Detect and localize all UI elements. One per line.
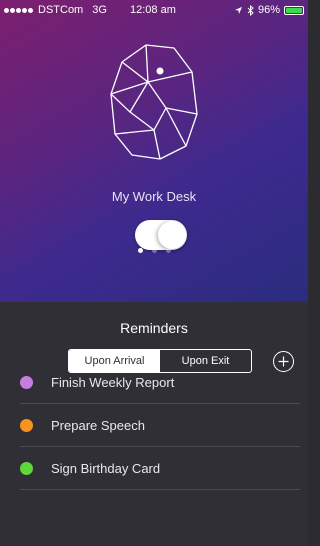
page-indicator[interactable] xyxy=(0,248,308,253)
page-dot xyxy=(137,248,143,253)
carrier-group: DSTCom 3G xyxy=(4,4,107,16)
bluetooth-icon xyxy=(247,4,254,16)
beacon-toggle[interactable] xyxy=(135,220,187,250)
beacon-name: My Work Desk xyxy=(111,189,197,204)
signal-strength-icon xyxy=(4,7,33,13)
clock: 12:08 am xyxy=(130,4,176,16)
list-item[interactable]: Sign Birthday Card xyxy=(20,448,300,490)
status-bar: DSTCom 3G 12:08 am 96% xyxy=(0,0,308,22)
page-dot xyxy=(151,248,157,253)
reminders-panel: Reminders Upon Arrival Upon Exit Finish … xyxy=(0,302,308,546)
toggle-knob xyxy=(158,221,186,249)
reminder-label: Finish Weekly Report xyxy=(51,375,175,390)
reminder-color-dot xyxy=(20,462,33,475)
location-arrow-icon xyxy=(234,6,243,14)
app-screen: DSTCom 3G 12:08 am 96% My Work Desk Remi… xyxy=(0,0,308,546)
network-label: 3G xyxy=(92,4,107,16)
beacon-stone-icon xyxy=(110,44,198,160)
reminder-color-dot xyxy=(20,419,33,432)
status-right: 96% xyxy=(234,4,304,16)
list-item[interactable]: Finish Weekly Report xyxy=(20,362,300,404)
beacon-header: DSTCom 3G 12:08 am 96% My Work Desk xyxy=(0,0,308,302)
carrier-label: DSTCom xyxy=(38,4,84,16)
reminders-title: Reminders xyxy=(120,320,188,336)
page-dot xyxy=(165,248,171,253)
battery-percent: 96% xyxy=(257,4,280,16)
reminder-label: Sign Birthday Card xyxy=(51,461,161,476)
battery-icon xyxy=(284,5,304,15)
list-item[interactable]: Prepare Speech xyxy=(20,405,300,447)
reminder-color-dot xyxy=(20,376,33,389)
reminder-label: Prepare Speech xyxy=(51,418,145,433)
